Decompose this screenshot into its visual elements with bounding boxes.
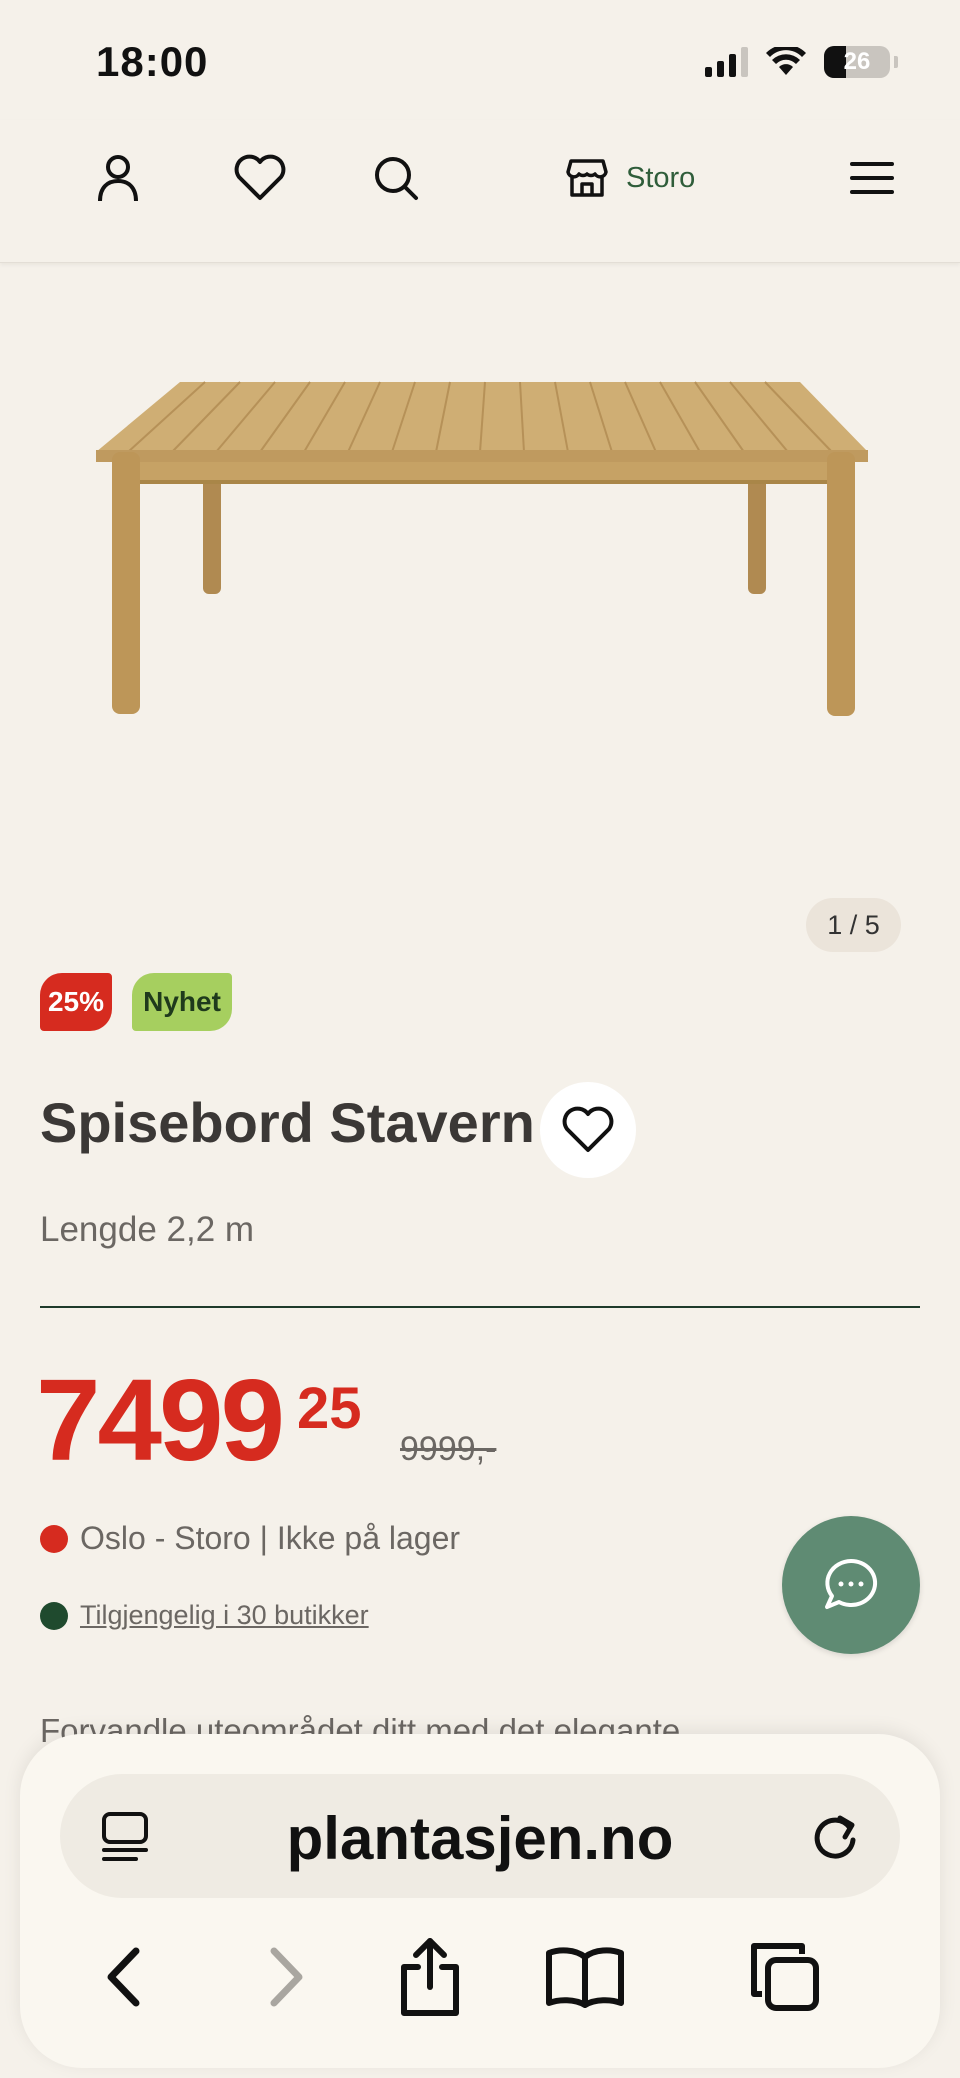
product-title: Spisebord Stavern <box>40 1091 535 1154</box>
share-icon[interactable] <box>385 1932 475 2022</box>
heart-icon[interactable] <box>230 148 290 208</box>
forward-icon[interactable] <box>242 1932 332 2022</box>
tabs-icon[interactable] <box>740 1932 830 2022</box>
available-stores-link[interactable]: Tilgjengelig i 30 butikker <box>80 1600 369 1631</box>
battery-icon: 26 <box>824 46 890 78</box>
heart-icon <box>562 1106 614 1152</box>
cellular-signal-icon <box>705 47 748 77</box>
store-label: Storo <box>626 161 696 194</box>
status-bar: 18:00 26 <box>0 0 960 120</box>
back-icon[interactable] <box>78 1932 168 2022</box>
browser-toolbar: plantasjen.no <box>20 1734 940 2068</box>
reload-icon[interactable] <box>810 1808 860 1869</box>
search-icon[interactable] <box>366 148 426 208</box>
wifi-icon <box>766 47 806 75</box>
battery-level: 26 <box>843 48 871 75</box>
address-bar[interactable]: plantasjen.no <box>60 1774 900 1898</box>
discount-badge: 25% <box>40 973 112 1031</box>
menu-icon[interactable] <box>842 148 902 208</box>
add-to-favorites-button[interactable] <box>540 1082 636 1178</box>
product-subtitle: Lengde 2,2 m <box>40 1210 255 1249</box>
store-icon <box>566 159 608 197</box>
stock-availability: Tilgjengelig i 30 butikker <box>40 1600 369 1631</box>
stock-local-text: Oslo - Storo | Ikke på lager <box>80 1520 461 1556</box>
status-dot-icon <box>40 1524 68 1553</box>
price-cents: 25 <box>297 1376 362 1441</box>
product-image-gallery[interactable]: 1 / 5 <box>0 264 960 964</box>
divider <box>40 1306 920 1308</box>
store-selector-button[interactable]: Storo <box>566 148 695 208</box>
bookmarks-icon[interactable] <box>540 1932 630 2022</box>
price-old: 9999,- <box>400 1430 497 1468</box>
chat-icon <box>825 1558 878 1609</box>
image-counter: 1 / 5 <box>806 898 901 952</box>
price-main: 7499 <box>36 1355 285 1485</box>
status-time: 18:00 <box>96 38 209 85</box>
user-icon[interactable] <box>88 148 148 208</box>
status-dot-icon <box>40 1601 68 1630</box>
stock-local-status: Oslo - Storo | Ikke på lager <box>40 1520 460 1557</box>
site-header: Storo <box>0 120 960 263</box>
url-text: plantasjen.no <box>286 1805 674 1872</box>
new-badge: Nyhet <box>132 973 232 1031</box>
chat-button[interactable] <box>782 1516 920 1654</box>
product-image-table <box>96 381 868 716</box>
status-icons: 26 <box>705 46 898 78</box>
